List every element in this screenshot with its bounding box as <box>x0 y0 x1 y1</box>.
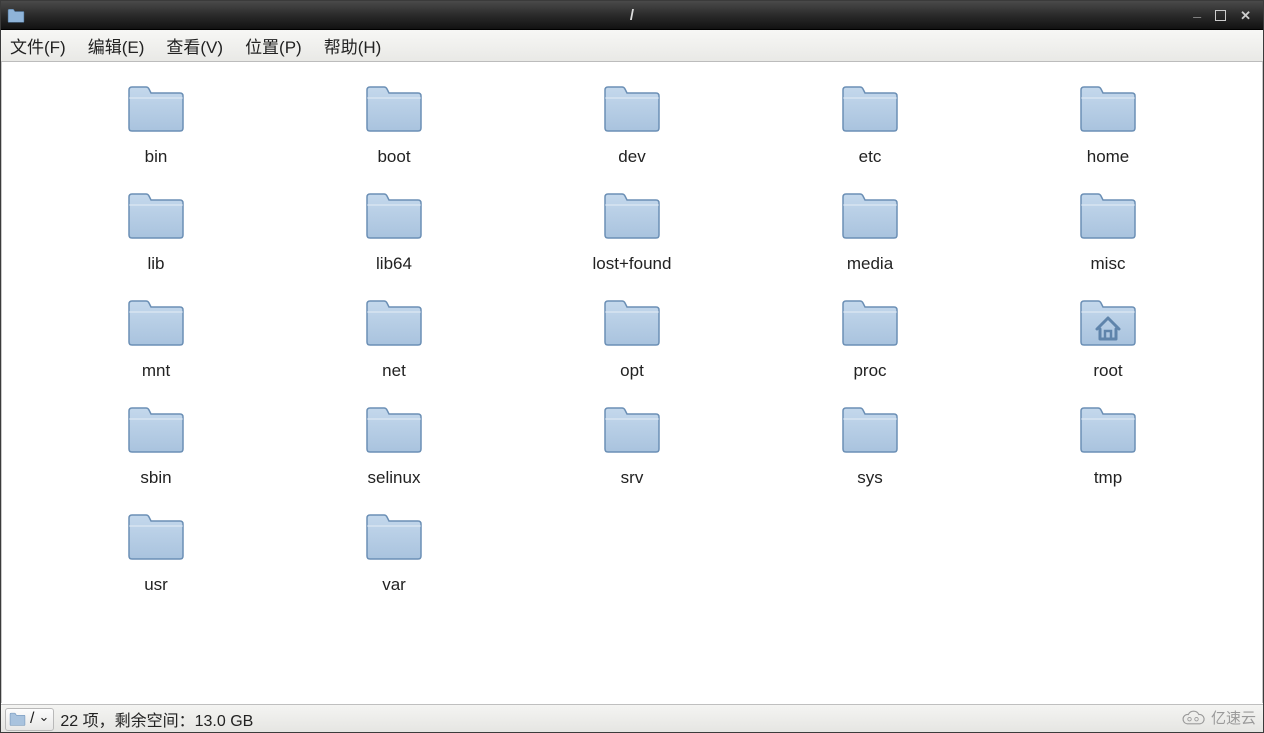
menu-edit[interactable]: 编辑(E) <box>88 33 145 58</box>
folder-label: bin <box>145 147 168 167</box>
folder-item[interactable]: boot <box>280 82 508 167</box>
window-folder-icon <box>7 8 25 23</box>
folder-label: usr <box>144 575 168 595</box>
folder-icon <box>124 510 188 569</box>
folder-icon <box>362 82 426 141</box>
folder-label: root <box>1093 361 1122 381</box>
folder-item[interactable]: lib64 <box>280 189 508 274</box>
menu-file[interactable]: 文件(F) <box>10 33 66 58</box>
folder-item[interactable]: home <box>994 82 1222 167</box>
home-folder-icon <box>1076 296 1140 355</box>
folder-label: selinux <box>368 468 421 488</box>
folder-icon <box>124 189 188 248</box>
folder-label: opt <box>620 361 644 381</box>
folder-item[interactable]: var <box>280 510 508 595</box>
minimize-button[interactable] <box>1193 8 1201 22</box>
folder-icon <box>838 403 902 462</box>
folder-label: media <box>847 254 893 274</box>
menu-help[interactable]: 帮助(H) <box>324 33 382 58</box>
folder-icon <box>838 189 902 248</box>
folder-item[interactable]: tmp <box>994 403 1222 488</box>
folder-item[interactable]: bin <box>42 82 270 167</box>
status-bar: / ⌄ 22 项，剩余空间：13.0 GB <box>1 704 1263 733</box>
folder-item[interactable]: lib <box>42 189 270 274</box>
folder-icon <box>362 510 426 569</box>
folder-label: lib64 <box>376 254 412 274</box>
folder-label: tmp <box>1094 468 1122 488</box>
folder-item[interactable]: sys <box>756 403 984 488</box>
folder-icon <box>838 296 902 355</box>
path-dropdown-button[interactable]: / ⌄ <box>5 708 54 731</box>
folder-item[interactable]: etc <box>756 82 984 167</box>
folder-icon <box>600 189 664 248</box>
folder-icon <box>1076 82 1140 141</box>
folder-item[interactable]: selinux <box>280 403 508 488</box>
status-summary: 22 项，剩余空间：13.0 GB <box>60 707 253 731</box>
folder-label: boot <box>377 147 410 167</box>
folder-icon <box>124 82 188 141</box>
folder-icon <box>362 403 426 462</box>
folder-label: lib <box>147 254 164 274</box>
folder-label: sys <box>857 468 883 488</box>
folder-item[interactable]: usr <box>42 510 270 595</box>
window-controls <box>1193 8 1263 22</box>
folder-icon <box>362 189 426 248</box>
folder-icon <box>838 82 902 141</box>
folder-icon <box>600 82 664 141</box>
path-text: / <box>30 710 34 728</box>
window-title: / <box>630 7 634 24</box>
folder-label: proc <box>853 361 886 381</box>
title-bar: / <box>0 0 1264 30</box>
folder-label: var <box>382 575 406 595</box>
close-button[interactable] <box>1240 8 1251 22</box>
folder-icon <box>1076 189 1140 248</box>
folder-item[interactable]: misc <box>994 189 1222 274</box>
folder-item[interactable]: net <box>280 296 508 381</box>
folder-label: srv <box>621 468 644 488</box>
folder-item[interactable]: mnt <box>42 296 270 381</box>
folder-label: net <box>382 361 406 381</box>
menu-places[interactable]: 位置(P) <box>245 33 302 58</box>
folder-label: home <box>1087 147 1130 167</box>
folder-grid: bin boot dev etc <box>2 62 1262 615</box>
folder-icon <box>600 403 664 462</box>
icon-view[interactable]: bin boot dev etc <box>1 62 1263 703</box>
folder-icon <box>124 296 188 355</box>
folder-label: sbin <box>140 468 171 488</box>
chevron-down-icon: ⌄ <box>38 709 49 725</box>
folder-icon <box>1076 403 1140 462</box>
folder-item[interactable]: lost+found <box>518 189 746 274</box>
folder-label: dev <box>618 147 645 167</box>
folder-icon <box>362 296 426 355</box>
folder-item[interactable]: root <box>994 296 1222 381</box>
menu-view[interactable]: 查看(V) <box>166 33 223 58</box>
folder-item[interactable]: media <box>756 189 984 274</box>
maximize-button[interactable] <box>1215 10 1226 21</box>
folder-label: misc <box>1091 254 1126 274</box>
folder-icon <box>124 403 188 462</box>
menu-bar: 文件(F) 编辑(E) 查看(V) 位置(P) 帮助(H) <box>0 30 1264 62</box>
status-folder-icon <box>9 712 26 726</box>
folder-label: mnt <box>142 361 170 381</box>
folder-item[interactable]: opt <box>518 296 746 381</box>
folder-item[interactable]: srv <box>518 403 746 488</box>
folder-label: etc <box>859 147 882 167</box>
folder-item[interactable]: dev <box>518 82 746 167</box>
folder-item[interactable]: sbin <box>42 403 270 488</box>
folder-item[interactable]: proc <box>756 296 984 381</box>
folder-label: lost+found <box>593 254 672 274</box>
folder-icon <box>600 296 664 355</box>
